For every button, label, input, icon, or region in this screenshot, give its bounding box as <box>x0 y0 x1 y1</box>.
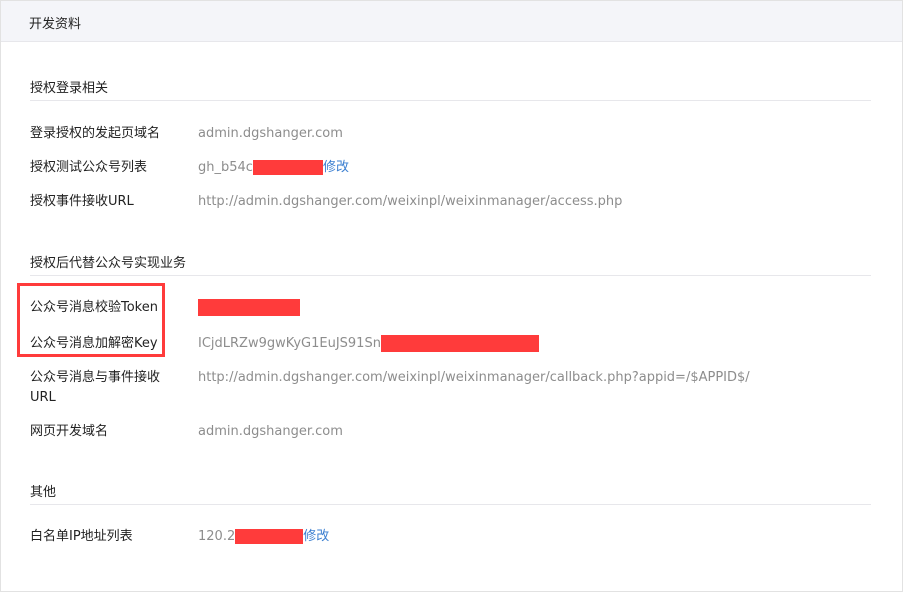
redaction-bar <box>198 299 300 316</box>
section-divider <box>30 504 871 505</box>
ip-whitelist-value: 120.2 修改 <box>198 527 329 547</box>
annotation-highlight-box <box>17 283 165 357</box>
login-domain-label: 登录授权的发起页域名 <box>30 126 161 141</box>
section-title-other: 其他 <box>30 485 57 500</box>
msg-url-label: 公众号消息与事件接收URL <box>30 370 161 405</box>
msg-token-value <box>198 298 300 318</box>
event-url-label: 授权事件接收URL <box>30 194 134 209</box>
web-domain-value: admin.dgshanger.com <box>198 424 343 439</box>
section-title-auth-login: 授权登录相关 <box>30 81 109 96</box>
event-url-value: http://admin.dgshanger.com/weixinpl/weix… <box>198 194 623 209</box>
test-accounts-value: gh_b54c 修改 <box>198 158 349 178</box>
web-domain-label: 网页开发域名 <box>30 424 109 439</box>
ip-whitelist-prefix: 120.2 <box>198 529 236 544</box>
panel-header: 开发资料 <box>1 1 902 42</box>
test-accounts-prefix: gh_b54c <box>198 160 253 175</box>
msg-key-value: ICjdLRZw9gwKyG1EuJS91Sn <box>198 334 539 354</box>
panel-title: 开发资料 <box>29 17 82 32</box>
redaction-bar <box>235 529 304 544</box>
test-accounts-label: 授权测试公众号列表 <box>30 160 148 175</box>
redaction-bar <box>380 335 539 352</box>
developer-info-panel: 开发资料 授权登录相关 登录授权的发起页域名 admin.dgshanger.c… <box>0 0 903 592</box>
login-domain-value: admin.dgshanger.com <box>198 126 343 141</box>
ip-whitelist-label: 白名单IP地址列表 <box>30 529 133 544</box>
msg-url-value: http://admin.dgshanger.com/weixinpl/weix… <box>198 370 750 385</box>
edit-test-accounts-link[interactable]: 修改 <box>323 160 349 175</box>
redaction-bar <box>252 160 323 175</box>
section-divider <box>30 100 871 101</box>
section-title-auth-business: 授权后代替公众号实现业务 <box>30 256 187 271</box>
msg-key-prefix: ICjdLRZw9gwKyG1EuJS91Sn <box>198 336 381 351</box>
edit-ip-whitelist-link[interactable]: 修改 <box>303 529 329 544</box>
section-divider <box>30 275 871 276</box>
